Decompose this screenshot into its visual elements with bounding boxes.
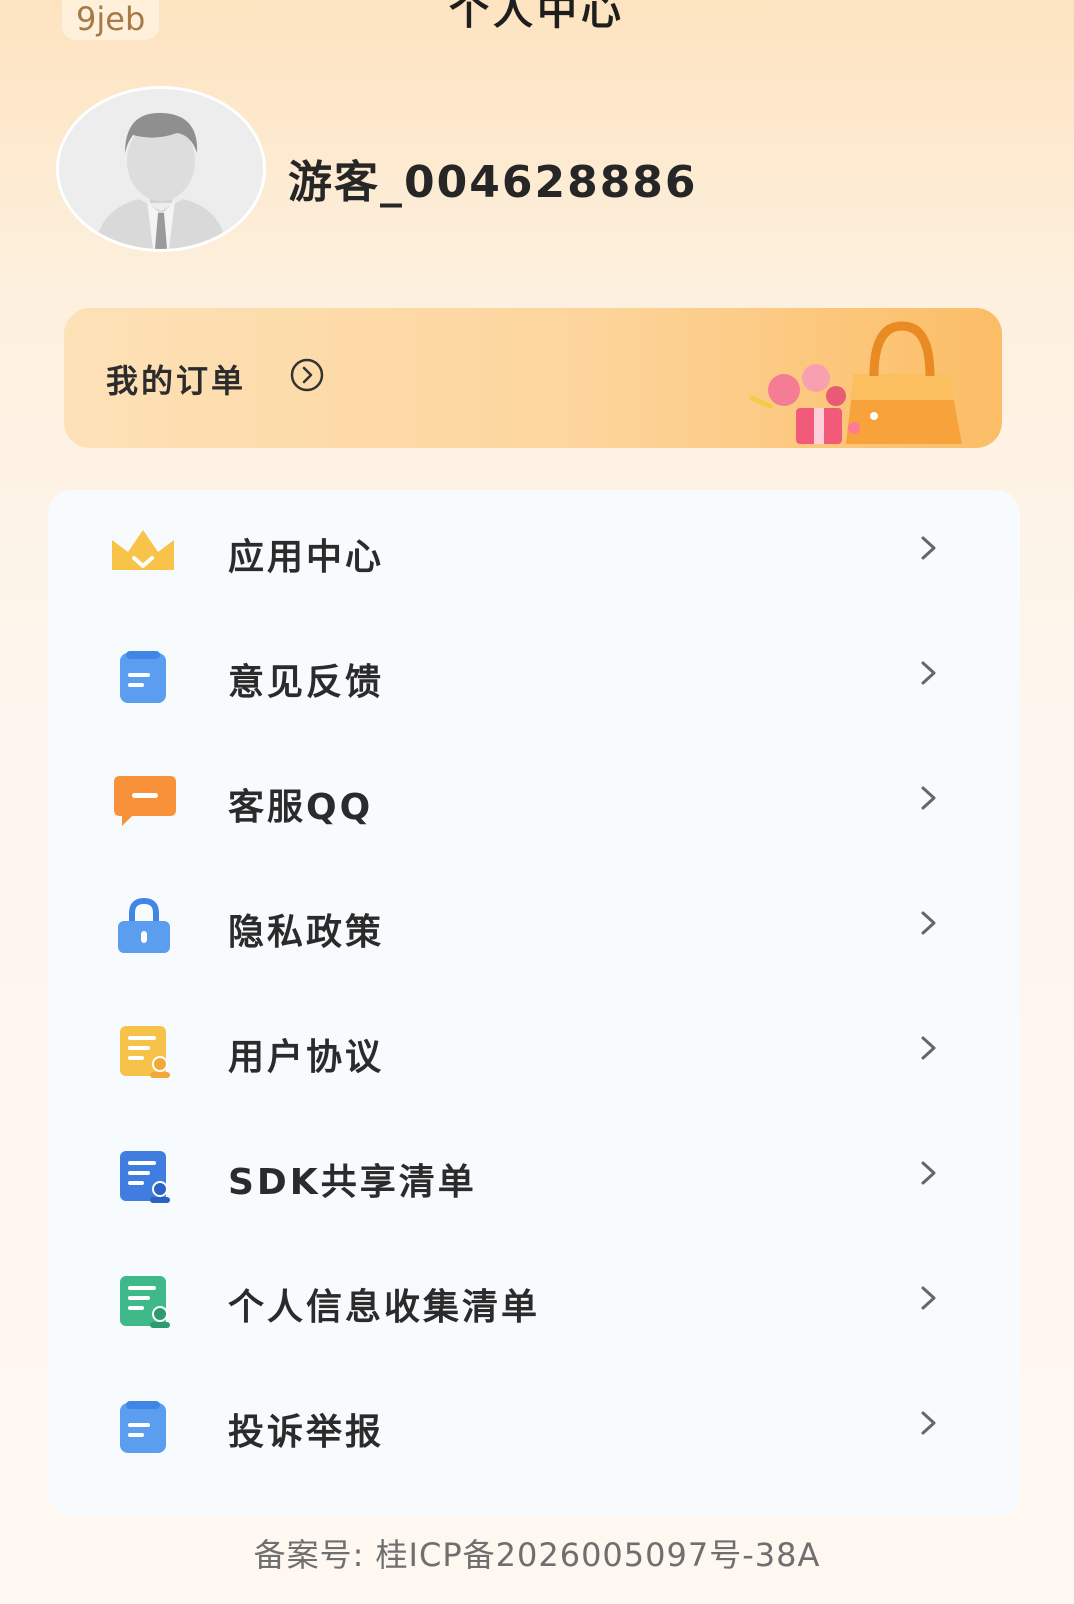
- menu-item-customer-service-qq[interactable]: 客服QQ: [48, 750, 1020, 850]
- my-orders-banner[interactable]: 我的订单: [64, 308, 1002, 448]
- circle-arrow-right-icon: [290, 358, 324, 392]
- crown-icon: [112, 530, 174, 570]
- chat-bubble-icon: [114, 776, 176, 826]
- username: 游客_004628886: [288, 157, 698, 208]
- chevron-right-icon: [921, 661, 936, 685]
- user-avatar-icon: [59, 89, 263, 249]
- menu-list: 应用中心 意见反馈 客服QQ 隐私政策 用户协议 SDK共享清单 个人信息收集清…: [48, 490, 1020, 1516]
- feedback-icon: [120, 651, 166, 703]
- menu-item-label: 应用中心: [228, 537, 385, 578]
- lock-icon: [118, 897, 170, 953]
- menu-item-app-center[interactable]: 应用中心: [48, 500, 1020, 600]
- menu-item-label: 意见反馈: [228, 662, 385, 703]
- menu-item-label: SDK共享清单: [228, 1162, 477, 1203]
- menu-item-sdk-share-list[interactable]: SDK共享清单: [48, 1125, 1020, 1225]
- menu-item-privacy-policy[interactable]: 隐私政策: [48, 875, 1020, 975]
- menu-item-label: 投诉举报: [228, 1412, 385, 1453]
- menu-item-label: 隐私政策: [228, 912, 385, 953]
- page-title: 个人中心: [449, 0, 625, 34]
- orders-label: 我的订单: [106, 362, 247, 400]
- menu-item-label: 用户协议: [228, 1037, 385, 1078]
- avatar[interactable]: [56, 86, 266, 252]
- icp-record-footer: 备案号: 桂ICP备2026005097号-38A: [253, 1536, 821, 1574]
- info-list-icon: [120, 1276, 170, 1328]
- chevron-right-icon: [921, 1036, 936, 1060]
- chevron-right-icon: [921, 786, 936, 810]
- chevron-right-icon: [921, 1411, 936, 1435]
- menu-item-feedback[interactable]: 意见反馈: [48, 625, 1020, 725]
- chevron-right-icon: [921, 911, 936, 935]
- sdk-list-icon: [120, 1151, 170, 1203]
- chevron-right-icon: [921, 1286, 936, 1310]
- chevron-right-icon: [921, 1161, 936, 1185]
- menu-item-complaint-report[interactable]: 投诉举报: [48, 1375, 1020, 1475]
- report-icon: [120, 1401, 166, 1453]
- menu-item-personal-info-list[interactable]: 个人信息收集清单: [48, 1250, 1020, 1350]
- menu-item-label: 客服QQ: [228, 787, 374, 828]
- agreement-doc-icon: [120, 1026, 170, 1078]
- chevron-right-icon: [921, 536, 936, 560]
- menu-item-label: 个人信息收集清单: [228, 1287, 541, 1328]
- menu-item-user-agreement[interactable]: 用户协议: [48, 1000, 1020, 1100]
- shopping-bag-gifts-icon: [749, 321, 962, 444]
